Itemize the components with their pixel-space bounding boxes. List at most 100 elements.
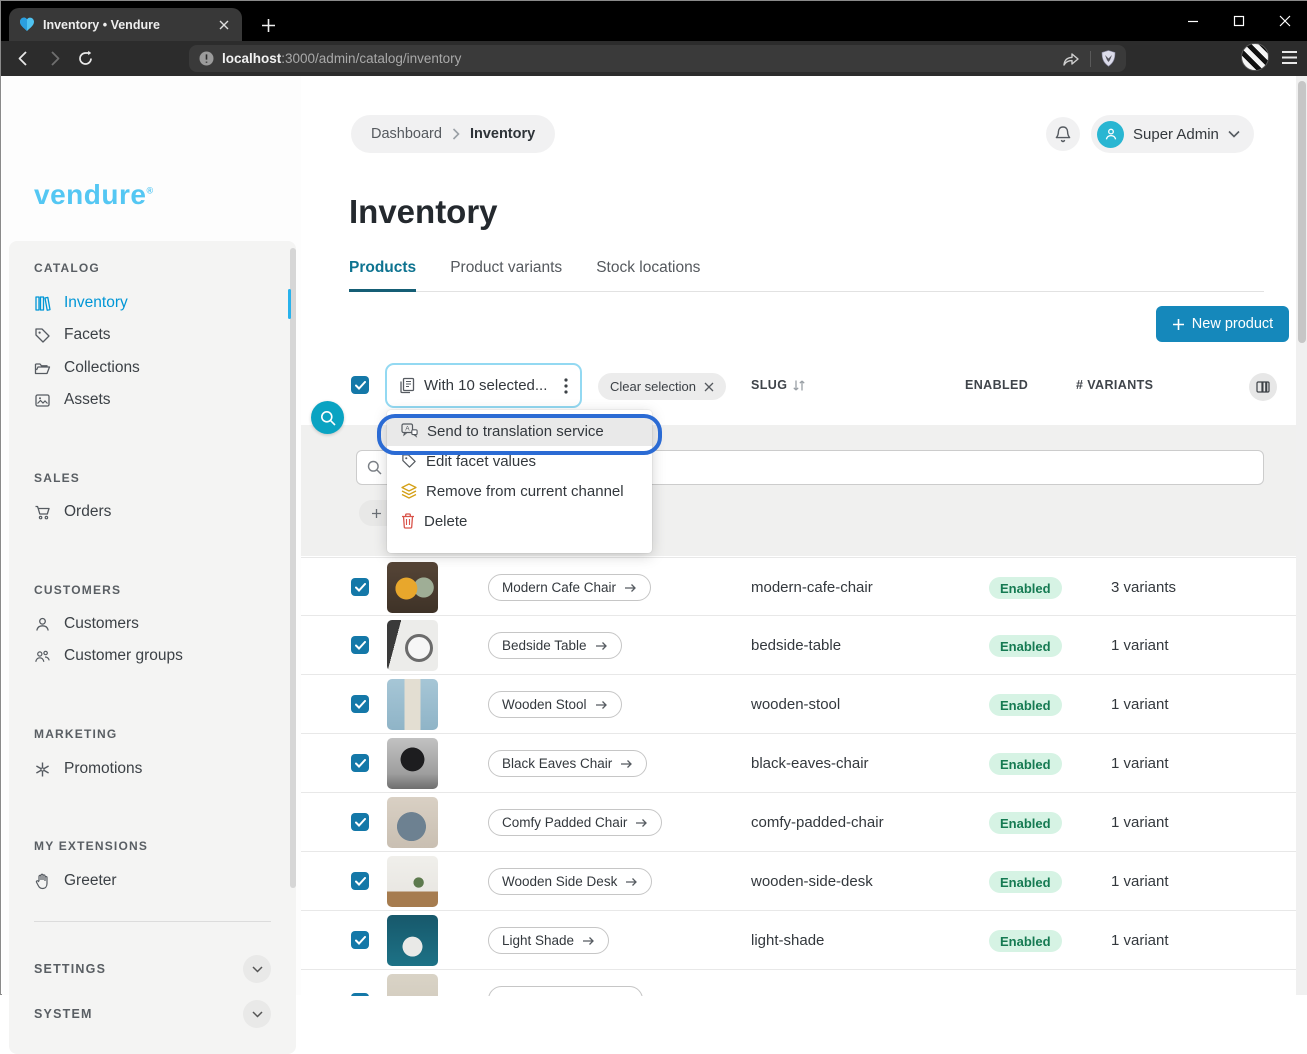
sidebar-item-promotions[interactable]: Promotions: [34, 755, 254, 783]
arrow-right-icon: [625, 877, 638, 887]
section-label-my-extensions: MY EXTENSIONS: [34, 839, 148, 853]
product-name-link[interactable]: Wooden Side Desk: [488, 868, 652, 895]
variant-count: 1 variant: [1111, 616, 1169, 675]
sidebar-item-inventory[interactable]: Inventory: [34, 289, 254, 317]
sidebar-item-assets[interactable]: Assets: [34, 386, 254, 414]
browser-window: Inventory • Vendure localhost:3000/admin…: [0, 0, 1307, 995]
reload-button[interactable]: [77, 50, 94, 67]
chevron-down-icon[interactable]: [243, 955, 271, 983]
user-menu[interactable]: Super Admin: [1091, 115, 1254, 153]
back-button[interactable]: [15, 50, 32, 67]
sidebar-item-label: Assets: [64, 391, 111, 409]
tab-close-icon[interactable]: [216, 17, 232, 33]
sidebar-scrollbar[interactable]: [290, 248, 296, 888]
cart-icon: [34, 504, 51, 521]
menu-item-edit-facet-values[interactable]: Edit facet values: [387, 446, 652, 476]
sidebar-item-label: Orders: [64, 503, 111, 521]
books-icon: [34, 295, 51, 312]
product-name-link[interactable]: Comfy Padded Chair: [488, 809, 662, 836]
variant-count: 1 variant: [1111, 675, 1169, 734]
menu-item-send-to-translation[interactable]: A Send to translation service: [387, 416, 652, 446]
urlbar-divider: [1090, 51, 1091, 67]
brave-shield-icon[interactable]: [1101, 50, 1116, 67]
select-all-checkbox[interactable]: [351, 376, 369, 394]
system-label: SYSTEM: [34, 1007, 93, 1021]
user-icon: [34, 616, 51, 633]
row-checkbox[interactable]: [351, 695, 369, 713]
clear-selection-button[interactable]: Clear selection: [598, 373, 726, 400]
page-scrollbar[interactable]: [1296, 76, 1307, 995]
table-row: Light Shade light-shade Enabled 1 varian…: [301, 911, 1296, 970]
product-thumbnail: [387, 856, 438, 907]
folder-icon: [34, 360, 51, 377]
row-checkbox[interactable]: [351, 636, 369, 654]
product-name-link[interactable]: Light Shade: [488, 927, 609, 954]
window-close-button[interactable]: [1262, 1, 1307, 41]
browser-menu-icon[interactable]: [1281, 50, 1298, 65]
breadcrumb-dashboard[interactable]: Dashboard: [371, 126, 442, 142]
sidebar-group-settings[interactable]: SETTINGS: [34, 955, 271, 983]
menu-item-delete[interactable]: Delete: [387, 506, 652, 536]
row-checkbox[interactable]: [351, 931, 369, 949]
sidebar-item-customers[interactable]: Customers: [34, 610, 254, 638]
product-slug: bedside-table: [751, 616, 841, 675]
page-scrollbar-thumb[interactable]: [1298, 81, 1306, 343]
sidebar-group-system[interactable]: SYSTEM: [34, 1000, 271, 1028]
bell-icon: [1054, 125, 1072, 144]
bulk-actions-button[interactable]: With 10 selected...: [385, 363, 582, 408]
search-toggle-button[interactable]: [311, 401, 344, 434]
forward-button[interactable]: [46, 50, 63, 67]
breadcrumb[interactable]: Dashboard Inventory: [351, 115, 555, 153]
page-title: Inventory: [349, 193, 498, 231]
translate-icon: A: [401, 423, 418, 439]
tab-title: Inventory • Vendure: [43, 18, 208, 32]
sidebar-item-facets[interactable]: Facets: [34, 321, 254, 349]
window-minimize-button[interactable]: [1170, 1, 1216, 41]
status-badge: Enabled: [989, 930, 1062, 952]
status-badge: Enabled: [989, 871, 1062, 893]
share-icon[interactable]: [1062, 51, 1080, 67]
new-tab-button[interactable]: [256, 13, 280, 37]
product-name-link[interactable]: Modern Cafe Chair: [488, 574, 651, 601]
sidebar-item-collections[interactable]: Collections: [34, 354, 254, 382]
sidebar-item-customer-groups[interactable]: Customer groups: [34, 642, 254, 670]
sidebar: vendure® CATALOG Inventory Facets Collec…: [2, 76, 301, 995]
tab-stock-locations[interactable]: Stock locations: [596, 259, 700, 292]
browser-profile-avatar[interactable]: [1241, 43, 1269, 71]
notifications-button[interactable]: [1046, 117, 1080, 151]
browser-titlebar: Inventory • Vendure: [1, 1, 1307, 41]
arrow-right-icon: [624, 583, 637, 593]
new-product-button[interactable]: New product: [1156, 306, 1289, 342]
product-name-link[interactable]: Bedside Table: [488, 632, 622, 659]
tab-product-variants[interactable]: Product variants: [450, 259, 562, 292]
row-checkbox[interactable]: [351, 872, 369, 890]
settings-label: SETTINGS: [34, 962, 106, 976]
column-header-slug[interactable]: SLUG: [751, 378, 806, 392]
row-checkbox[interactable]: [351, 813, 369, 831]
clear-selection-label: Clear selection: [610, 379, 696, 394]
menu-item-label: Remove from current channel: [426, 483, 624, 500]
plus-icon: [1172, 318, 1185, 331]
section-label-customers: CUSTOMERS: [34, 583, 121, 597]
browser-tab[interactable]: Inventory • Vendure: [9, 8, 242, 41]
plus-icon: [371, 508, 382, 519]
product-name-link[interactable]: Wooden Stool: [488, 691, 622, 718]
variant-count: 1 variant: [1111, 734, 1169, 793]
site-info-icon[interactable]: [199, 51, 214, 66]
sidebar-item-label: Collections: [64, 359, 140, 377]
product-name-link[interactable]: Black Eaves Chair: [488, 750, 647, 777]
users-icon: [34, 648, 51, 665]
url-bar[interactable]: localhost:3000/admin/catalog/inventory: [189, 45, 1126, 72]
sort-icon[interactable]: [792, 379, 806, 392]
menu-item-remove-from-channel[interactable]: Remove from current channel: [387, 476, 652, 506]
sidebar-item-orders[interactable]: Orders: [34, 498, 254, 526]
row-checkbox[interactable]: [351, 754, 369, 772]
row-checkbox[interactable]: [351, 578, 369, 596]
column-settings-button[interactable]: [1249, 373, 1277, 401]
tab-products[interactable]: Products: [349, 259, 416, 292]
window-maximize-button[interactable]: [1216, 1, 1262, 41]
kebab-menu-icon[interactable]: [564, 378, 568, 394]
arrow-right-icon: [595, 700, 608, 710]
product-thumbnail: [387, 915, 438, 966]
chevron-down-icon[interactable]: [243, 1000, 271, 1028]
